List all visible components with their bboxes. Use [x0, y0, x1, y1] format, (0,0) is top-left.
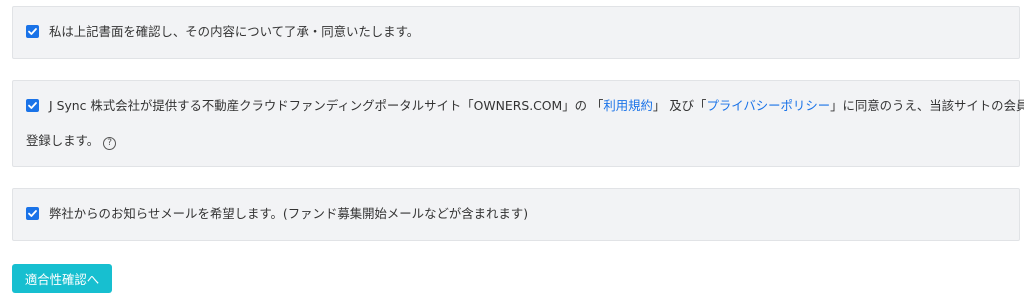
- suitability-check-button[interactable]: 適合性確認へ: [12, 264, 112, 293]
- consent-panel-1: 私は上記書面を確認し、その内容について了承・同意いたします。: [12, 6, 1020, 59]
- help-icon[interactable]: ?: [103, 137, 117, 150]
- consent-text-1: 私は上記書面を確認し、その内容について了承・同意いたします。: [49, 24, 420, 39]
- consent-row-3[interactable]: 弊社からのお知らせメールを希望します。(ファンド募集開始メールなどが含まれます): [26, 204, 1009, 224]
- consent-row-2-line2: 登録します。?: [26, 131, 1009, 151]
- check-icon: [28, 210, 37, 217]
- consent-text-3: 弊社からのお知らせメールを希望します。(ファンド募集開始メールなどが含まれます): [49, 206, 529, 221]
- consent-panel-2: J Sync 株式会社が提供する不動産クラウドファンディングポータルサイト「OW…: [12, 80, 1024, 167]
- terms-link[interactable]: 利用規約: [603, 98, 653, 113]
- consent-checkbox-3[interactable]: [26, 207, 39, 220]
- consent-text-2-line2: 登録します。: [26, 133, 100, 148]
- consent-row-2[interactable]: J Sync 株式会社が提供する不動産クラウドファンディングポータルサイト「OW…: [26, 96, 1024, 116]
- consent-panel-3: 弊社からのお知らせメールを希望します。(ファンド募集開始メールなどが含まれます): [12, 188, 1020, 241]
- check-icon: [28, 28, 37, 35]
- consent-checkbox-2[interactable]: [26, 99, 39, 112]
- privacy-policy-link[interactable]: プライバシーポリシー: [706, 98, 830, 113]
- consent-checkbox-1[interactable]: [26, 25, 39, 38]
- consent-row-1[interactable]: 私は上記書面を確認し、その内容について了承・同意いたします。: [26, 22, 1009, 42]
- check-icon: [28, 102, 37, 109]
- consent-text-2-middle: 」 及び「: [652, 98, 707, 113]
- consent-text-2-before: J Sync 株式会社が提供する不動産クラウドファンディングポータルサイト「OW…: [49, 98, 604, 113]
- consent-text-2-after: 」に同意のうえ、当該サイトの会員に: [830, 98, 1024, 113]
